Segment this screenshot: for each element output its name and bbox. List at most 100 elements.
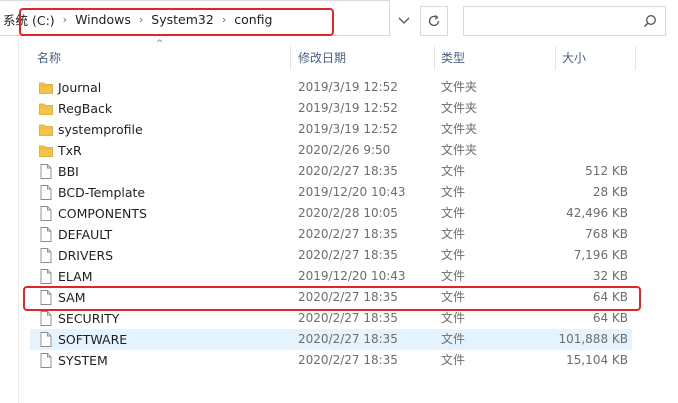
file-type: 文件 xyxy=(441,353,466,367)
file-name: BBI xyxy=(58,164,79,179)
file-size: 7,196 KB xyxy=(573,248,628,262)
file-icon xyxy=(39,164,53,179)
file-modified-date: 2020/2/27 18:35 xyxy=(298,164,398,178)
file-modified-date: 2020/2/27 18:35 xyxy=(298,248,398,262)
chevron-down-icon[interactable] xyxy=(390,8,418,34)
file-type: 文件夹 xyxy=(441,101,478,115)
file-name: DEFAULT xyxy=(58,227,113,242)
search-icon[interactable] xyxy=(643,14,657,31)
file-name: BCD-Template xyxy=(58,185,146,200)
folder-icon xyxy=(39,143,53,158)
breadcrumb: 系统 (C:) › Windows › System32 › config xyxy=(0,1,276,37)
file-type: 文件 xyxy=(441,248,466,262)
file-icon xyxy=(39,248,53,263)
file-name: SECURITY xyxy=(58,311,120,326)
file-type: 文件夹 xyxy=(441,80,478,94)
file-type: 文件 xyxy=(441,185,466,199)
breadcrumb-config[interactable]: config xyxy=(231,12,275,27)
file-name: DRIVERS xyxy=(58,248,114,263)
file-name: RegBack xyxy=(58,101,113,116)
file-icon xyxy=(39,185,53,200)
file-row[interactable]: systemprofile 2019/3/19 12:52 文件夹 xyxy=(30,119,632,140)
file-row[interactable]: ELAM 2019/12/20 10:43 文件 32 KB xyxy=(30,266,632,287)
file-row[interactable]: DRIVERS 2020/2/27 18:35 文件 7,196 KB xyxy=(30,245,632,266)
file-modified-date: 2019/3/19 12:52 xyxy=(298,101,398,115)
file-row[interactable]: SECURITY 2020/2/27 18:35 文件 64 KB xyxy=(30,308,632,329)
file-type: 文件夹 xyxy=(441,143,478,157)
breadcrumb-drive[interactable]: 系统 (C:) xyxy=(0,10,58,29)
file-row[interactable]: SOFTWARE 2020/2/27 18:35 文件 101,888 KB xyxy=(30,329,632,350)
file-icon xyxy=(39,332,53,347)
column-header: 名称 修改日期 类型 大小 xyxy=(0,44,678,72)
file-size: 512 KB xyxy=(585,164,628,178)
file-row[interactable]: SAM 2020/2/27 18:35 文件 64 KB xyxy=(30,287,632,308)
file-modified-date: 2020/2/28 10:05 xyxy=(298,206,398,220)
file-size: 28 KB xyxy=(592,185,628,199)
file-name: SYSTEM xyxy=(58,353,108,368)
file-type: 文件 xyxy=(441,164,466,178)
file-modified-date: 2020/2/27 18:35 xyxy=(298,332,398,346)
file-icon xyxy=(39,353,53,368)
file-size: 15,104 KB xyxy=(566,353,628,367)
file-type: 文件 xyxy=(441,290,466,304)
folder-icon xyxy=(39,80,53,95)
column-name[interactable]: 名称 xyxy=(37,44,61,72)
file-row[interactable]: RegBack 2019/3/19 12:52 文件夹 xyxy=(30,98,632,119)
folder-icon xyxy=(39,101,53,116)
file-row[interactable]: BBI 2020/2/27 18:35 文件 512 KB xyxy=(30,161,632,182)
search-box[interactable] xyxy=(463,6,666,36)
breadcrumb-windows[interactable]: Windows xyxy=(72,12,134,27)
file-size: 64 KB xyxy=(592,290,628,304)
file-modified-date: 2020/2/27 18:35 xyxy=(298,227,398,241)
column-divider[interactable] xyxy=(290,46,291,70)
file-size: 64 KB xyxy=(592,311,628,325)
file-row[interactable]: Journal 2019/3/19 12:52 文件夹 xyxy=(30,77,632,98)
file-name: TxR xyxy=(58,143,82,158)
refresh-icon[interactable] xyxy=(420,6,448,36)
file-size: 768 KB xyxy=(585,227,628,241)
file-row[interactable]: TxR 2020/2/26 9:50 文件夹 xyxy=(30,140,632,161)
folder-icon xyxy=(39,122,53,137)
file-modified-date: 2020/2/26 9:50 xyxy=(298,143,391,157)
file-icon xyxy=(39,269,53,284)
column-divider[interactable] xyxy=(434,46,435,70)
search-input[interactable] xyxy=(468,11,632,33)
file-name: COMPONENTS xyxy=(58,206,147,221)
file-modified-date: 2019/12/20 10:43 xyxy=(298,185,406,199)
file-modified-date: 2019/3/19 12:52 xyxy=(298,80,398,94)
file-name: systemprofile xyxy=(58,122,143,137)
column-divider[interactable] xyxy=(635,46,636,70)
file-modified-date: 2020/2/27 18:35 xyxy=(298,290,398,304)
breadcrumb-separator[interactable]: › xyxy=(217,13,231,26)
file-modified-date: 2019/3/19 12:52 xyxy=(298,122,398,136)
column-date[interactable]: 修改日期 xyxy=(298,44,346,72)
file-name: ELAM xyxy=(58,269,93,284)
file-name: Journal xyxy=(58,80,102,95)
file-size: 101,888 KB xyxy=(558,332,628,346)
pane-divider xyxy=(18,36,19,403)
file-row[interactable]: DEFAULT 2020/2/27 18:35 文件 768 KB xyxy=(30,224,632,245)
file-type: 文件 xyxy=(441,269,466,283)
column-type[interactable]: 类型 xyxy=(441,44,465,72)
file-modified-date: 2020/2/27 18:35 xyxy=(298,353,398,367)
file-type: 文件 xyxy=(441,206,466,220)
breadcrumb-separator[interactable]: › xyxy=(58,13,72,26)
file-size: 42,496 KB xyxy=(566,206,628,220)
file-row[interactable]: BCD-Template 2019/12/20 10:43 文件 28 KB xyxy=(30,182,632,203)
file-type: 文件 xyxy=(441,311,466,325)
file-icon xyxy=(39,206,53,221)
breadcrumb-system32[interactable]: System32 xyxy=(148,12,217,27)
breadcrumb-separator[interactable]: › xyxy=(134,13,148,26)
file-type: 文件 xyxy=(441,332,466,346)
address-bar[interactable]: 系统 (C:) › Windows › System32 › config xyxy=(0,0,390,36)
file-type: 文件夹 xyxy=(441,122,478,136)
file-icon xyxy=(39,290,53,305)
file-modified-date: 2020/2/27 18:35 xyxy=(298,311,398,325)
column-size[interactable]: 大小 xyxy=(562,44,586,72)
file-icon xyxy=(39,311,53,326)
column-divider[interactable] xyxy=(555,46,556,70)
file-row[interactable]: COMPONENTS 2020/2/28 10:05 文件 42,496 KB xyxy=(30,203,632,224)
file-size: 32 KB xyxy=(592,269,628,283)
file-modified-date: 2019/12/20 10:43 xyxy=(298,269,406,283)
file-row[interactable]: SYSTEM 2020/2/27 18:35 文件 15,104 KB xyxy=(30,350,632,371)
